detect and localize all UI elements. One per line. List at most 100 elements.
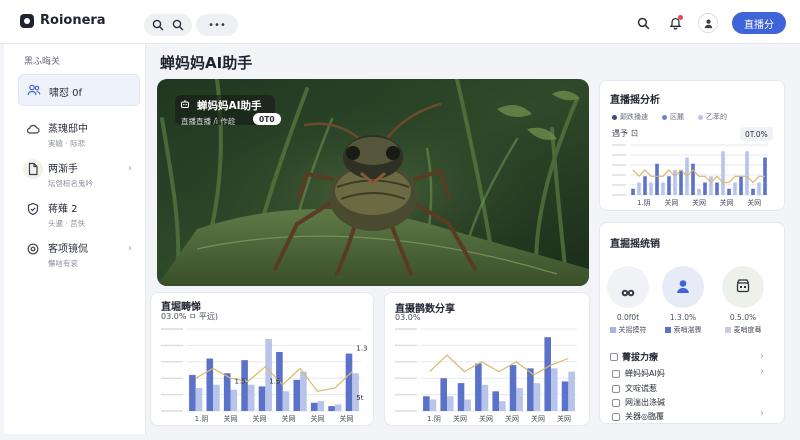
search-icon[interactable] bbox=[152, 16, 164, 34]
sidebar-item-cloud[interactable]: 蒸瑰邸中 実嬉 · 际悲 bbox=[18, 114, 140, 148]
search-icon[interactable] bbox=[634, 14, 652, 32]
chart-bar bbox=[533, 383, 541, 411]
chart-bar bbox=[300, 371, 307, 411]
page-title: 蝉妈妈AI助手 bbox=[160, 54, 253, 72]
chart-bar bbox=[721, 151, 725, 195]
card-subtitle: 03.0% ㅁ 平远) bbox=[161, 312, 218, 321]
data-label: 1.5 bbox=[269, 377, 280, 385]
stat-label-text: 索哨湛骤 bbox=[673, 326, 702, 334]
x-tick-label: 关网 bbox=[557, 414, 571, 423]
file-icon bbox=[26, 162, 40, 176]
more-icon: ••• bbox=[208, 19, 226, 31]
chart-bar bbox=[733, 182, 737, 195]
checklist-item[interactable]: 蝉妈妈AI妈 bbox=[612, 368, 665, 379]
live-button[interactable]: 直播分 bbox=[732, 12, 786, 34]
chevron-right-icon: › bbox=[128, 163, 132, 174]
legend-item: 乙苯的 bbox=[698, 112, 727, 122]
sidebar-item-sub: 头暹 · 莒佚 bbox=[48, 219, 86, 228]
sidebar-item-label: 蒋薙 2 bbox=[48, 204, 78, 215]
chart-bar bbox=[345, 353, 353, 411]
search-icon[interactable] bbox=[172, 16, 184, 34]
checklist-item[interactable]: 关器◎臨覆 bbox=[612, 411, 664, 422]
chart-bar bbox=[206, 358, 214, 411]
data-label: 5t bbox=[356, 394, 363, 402]
chart-bar bbox=[457, 383, 465, 411]
live-trend-card: 直堀畴悌 03.0% ㅁ 平远) 1.阴 关网 关网 关网 关网 关网 1.5 1.5 1.3 5… bbox=[150, 292, 374, 426]
sidebar-item-label: 客项镜侃 bbox=[48, 244, 88, 255]
x-tick-label: 关网 bbox=[692, 198, 706, 207]
brand-name: Roionera bbox=[40, 13, 106, 28]
sidebar-item-sub: 坛啓棕名鬼吟 bbox=[48, 179, 93, 188]
chart-bar bbox=[715, 182, 719, 195]
checklist-title: 菁拔力療 bbox=[610, 350, 658, 363]
checklist-item[interactable]: 网湍出涤碱 bbox=[612, 397, 665, 408]
sidebar-item-settings[interactable]: 客项镜侃 懈唁有衮 › bbox=[18, 234, 140, 268]
checkbox[interactable] bbox=[610, 353, 618, 361]
sidebar-item-file[interactable]: 两渐手 坛啓棕名鬼吟 › bbox=[18, 154, 140, 188]
stat-label: 索哨湛骤 bbox=[653, 325, 713, 335]
more-button[interactable]: ••• bbox=[196, 14, 238, 36]
stat-value: 0.0f0t bbox=[616, 313, 640, 322]
chevron-right-icon[interactable]: › bbox=[760, 366, 764, 377]
legend-label: 区麓 bbox=[670, 113, 684, 121]
checklist-item-label: 关器◎臨覆 bbox=[625, 412, 664, 421]
user-avatar-icon[interactable] bbox=[698, 13, 718, 33]
data-label: 1.3 bbox=[356, 345, 367, 353]
hero-image: 蝉妈妈AI助手 直播直播 /ì 作趁 0T0 bbox=[157, 79, 589, 286]
sidebar-item-users[interactable]: 啸怼 0f bbox=[18, 74, 140, 106]
chart-bar bbox=[230, 389, 238, 411]
legend-square bbox=[724, 327, 731, 333]
checklist-item-label: 蝉妈妈AI妈 bbox=[625, 369, 665, 378]
chart-bar bbox=[247, 384, 255, 411]
x-tick-label: 关网 bbox=[282, 414, 296, 423]
top-bar: Roionera ••• 直播分 bbox=[0, 0, 800, 44]
store-icon bbox=[735, 278, 751, 297]
checklist-item[interactable]: 文啶谎惹 bbox=[612, 383, 657, 394]
card-title: 直掘摇统销 bbox=[610, 239, 660, 250]
x-tick-label: 关网 bbox=[747, 198, 761, 207]
chart-bar bbox=[655, 163, 659, 195]
chart-bar bbox=[440, 378, 447, 411]
stat-circle bbox=[722, 266, 764, 308]
chart-bar bbox=[499, 401, 506, 411]
x-tick-label: 关网 bbox=[311, 414, 325, 423]
link-icon bbox=[620, 287, 636, 302]
user-icon bbox=[675, 278, 691, 297]
brand-logo-icon bbox=[20, 13, 34, 28]
checklist-item-label: 文啶谎惹 bbox=[625, 384, 657, 393]
checkbox[interactable] bbox=[612, 369, 620, 378]
legend-square bbox=[664, 327, 671, 333]
checkbox[interactable] bbox=[612, 398, 620, 407]
chart-bar bbox=[751, 188, 755, 195]
legend-dot bbox=[698, 114, 703, 120]
chart-bar bbox=[697, 188, 701, 195]
x-tick-label: 关网 bbox=[253, 414, 267, 423]
chart-bar bbox=[310, 402, 318, 411]
x-tick-label: 关网 bbox=[479, 414, 493, 423]
chart-bar bbox=[727, 188, 731, 195]
chart-bar bbox=[649, 182, 653, 195]
chart-bar bbox=[667, 176, 671, 195]
checkbox[interactable] bbox=[612, 384, 620, 393]
brand[interactable]: Roionera bbox=[20, 13, 106, 28]
stat-circle bbox=[607, 266, 649, 308]
hero-badge: 0T0 bbox=[253, 113, 281, 125]
legend-label: 颠跌播速 bbox=[620, 113, 648, 121]
chevron-right-icon[interactable]: › bbox=[760, 351, 764, 362]
card-subtitle: 03.0% bbox=[395, 313, 421, 322]
bell-icon[interactable] bbox=[666, 14, 684, 32]
x-tick-label: 关网 bbox=[505, 414, 519, 423]
chart-bar bbox=[258, 386, 266, 411]
chevron-right-icon[interactable]: › bbox=[760, 408, 764, 419]
chart-bar bbox=[352, 373, 359, 411]
stat-label-text: 关摇摸符 bbox=[618, 326, 647, 334]
sidebar-item-label: 两渐手 bbox=[48, 164, 78, 175]
stat-value: 1.3.0% bbox=[669, 313, 697, 322]
card-subtitle: 遇予 ㄖ bbox=[612, 129, 639, 138]
stat-circle bbox=[662, 266, 704, 308]
sidebar-item-security[interactable]: 蒋薙 2 头暹 · 莒佚 bbox=[18, 194, 140, 228]
chart-bar bbox=[423, 396, 430, 411]
chart-bar bbox=[195, 388, 203, 411]
chart-bar bbox=[691, 163, 695, 195]
checkbox[interactable] bbox=[612, 412, 620, 421]
